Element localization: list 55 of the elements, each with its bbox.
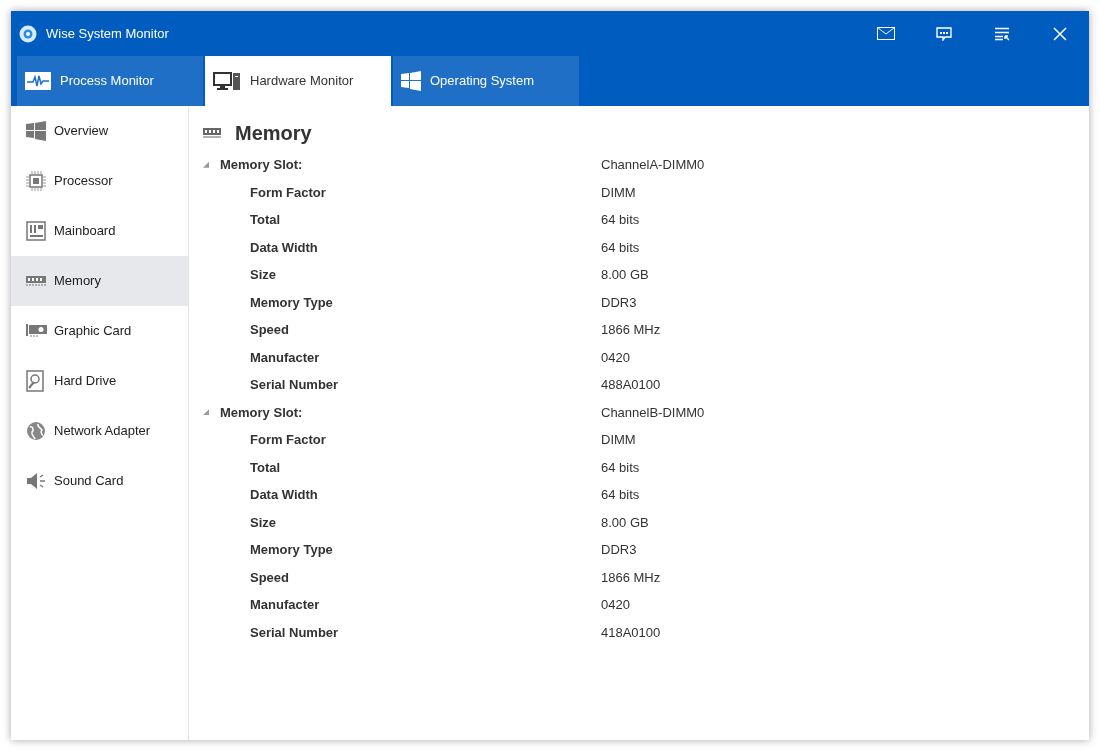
tab[interactable]: Operating System xyxy=(393,56,579,106)
computer-icon xyxy=(213,71,241,91)
chip-icon xyxy=(26,171,46,191)
property-label: Memory Slot: xyxy=(220,403,303,422)
property-label: Size xyxy=(250,266,276,284)
property-label: Manufacter xyxy=(250,596,320,614)
property-value: 1866 MHz xyxy=(601,321,661,339)
property-label: Form Factor xyxy=(250,183,326,202)
tab[interactable]: Hardware Monitor xyxy=(205,56,391,106)
property-value: 0420 xyxy=(601,348,630,367)
property-value: 418A0100 xyxy=(601,623,661,642)
property-label: Speed xyxy=(250,321,289,339)
speaker-icon xyxy=(26,472,48,490)
property-label: Data Width xyxy=(250,486,318,504)
property-value: 64 bits xyxy=(601,211,640,229)
memory-module-icon xyxy=(26,275,46,287)
property-value: DIMM xyxy=(601,183,636,202)
property-label: Serial Number xyxy=(250,623,339,642)
property-value: 8.00 GB xyxy=(601,266,649,284)
property-value: DDR3 xyxy=(601,541,637,559)
property-label: Total xyxy=(250,211,281,229)
windows-logo-icon xyxy=(401,71,421,91)
sidebar-item[interactable]: Memory xyxy=(11,256,188,306)
windows-logo-icon xyxy=(26,121,46,141)
property-label: Total xyxy=(250,458,281,477)
property-label: Form Factor xyxy=(250,431,326,449)
property-value: ChannelA-DIMM0 xyxy=(601,156,705,174)
property-value: DDR3 xyxy=(601,293,637,312)
property-label: Size xyxy=(250,513,276,532)
window-title: Wise System Monitor xyxy=(46,24,169,43)
property-label: Memory Type xyxy=(250,541,333,559)
hard-drive-icon xyxy=(26,370,44,392)
property-value: ChannelB-DIMM0 xyxy=(601,403,705,422)
property-label: Serial Number xyxy=(250,376,339,394)
app-logo-icon xyxy=(19,24,37,43)
globe-icon xyxy=(26,421,46,441)
property-value: 8.00 GB xyxy=(601,513,649,532)
property-label: Data Width xyxy=(250,238,318,257)
property-label: Speed xyxy=(250,568,289,587)
property-value: 64 bits xyxy=(601,486,640,504)
property-value: 64 bits xyxy=(601,458,640,477)
property-label: Manufacter xyxy=(250,348,320,367)
property-value: 64 bits xyxy=(601,238,640,257)
property-value: 0420 xyxy=(601,596,630,614)
tab[interactable]: Process Monitor xyxy=(17,56,203,106)
property-value: 1866 MHz xyxy=(601,568,661,587)
section-heading: Memory xyxy=(235,120,312,146)
property-value: 488A0100 xyxy=(601,376,661,394)
property-value: DIMM xyxy=(601,431,636,449)
property-label: Memory Slot: xyxy=(220,156,303,174)
memory-module-icon xyxy=(203,126,221,139)
property-label: Memory Type xyxy=(250,293,333,312)
graphics-card-icon xyxy=(26,324,48,338)
pulse-icon xyxy=(25,72,51,90)
circuit-board-icon xyxy=(26,221,46,241)
